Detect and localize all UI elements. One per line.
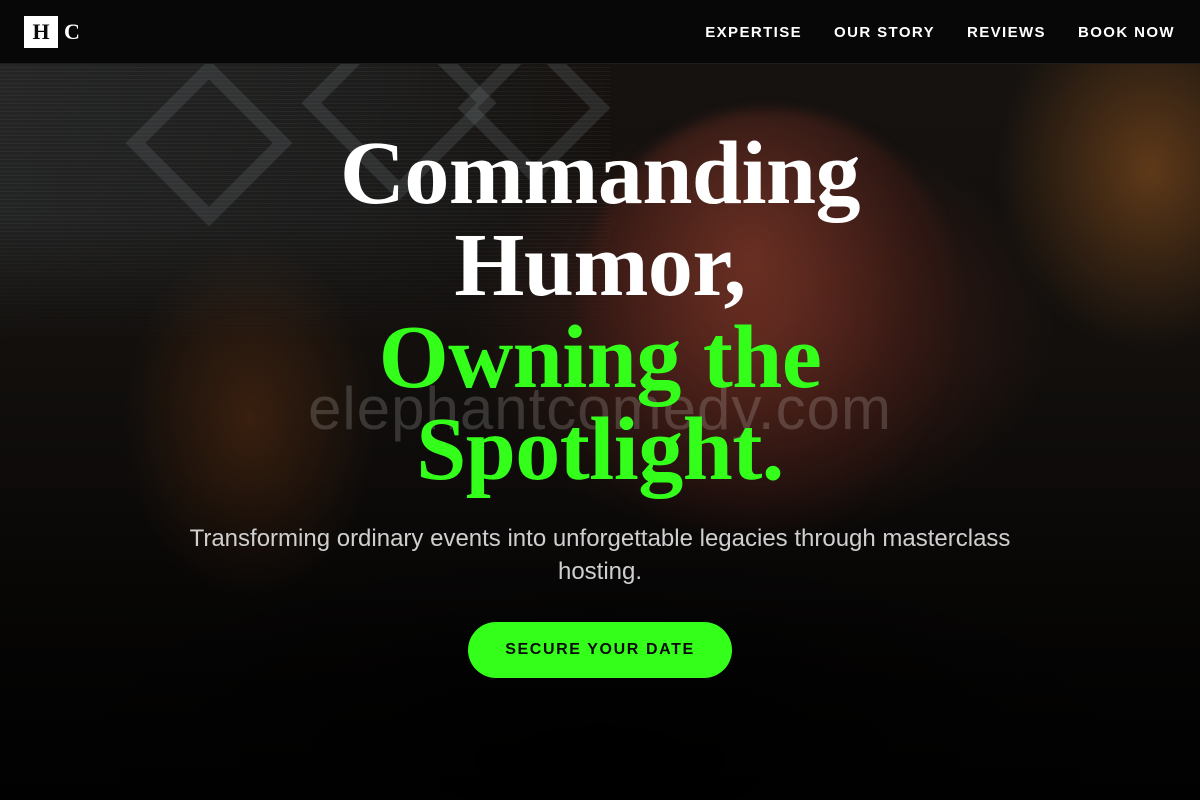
hero-subtitle: Transforming ordinary events into unforg… — [189, 525, 1011, 585]
logo-box-letter: H — [24, 16, 58, 48]
hero-section: Commanding Humor, Owning the Spotlight. … — [0, 128, 1200, 678]
secure-your-date-button[interactable]: SECURE YOUR DATE — [468, 622, 732, 678]
top-navbar: H C EXPERTISE OUR STORY REVIEWS BOOK NOW — [0, 0, 1200, 64]
nav-links: EXPERTISE OUR STORY REVIEWS BOOK NOW — [705, 0, 1175, 64]
headline-line-4: Spotlight. — [416, 400, 784, 499]
nav-link-book-now[interactable]: BOOK NOW — [1078, 24, 1175, 41]
nav-link-our-story[interactable]: OUR STORY — [834, 24, 935, 41]
hero-headline: Commanding Humor, Owning the Spotlight. — [0, 128, 1200, 496]
nav-link-reviews[interactable]: REVIEWS — [967, 24, 1046, 41]
headline-line-3: Owning the — [378, 308, 822, 407]
headline-line-1: Commanding — [339, 124, 861, 223]
nav-link-expertise[interactable]: EXPERTISE — [705, 24, 802, 41]
logo-second-letter: C — [64, 19, 80, 44]
headline-line-2: Humor, — [454, 216, 746, 315]
brand-logo[interactable]: H C — [24, 16, 80, 48]
